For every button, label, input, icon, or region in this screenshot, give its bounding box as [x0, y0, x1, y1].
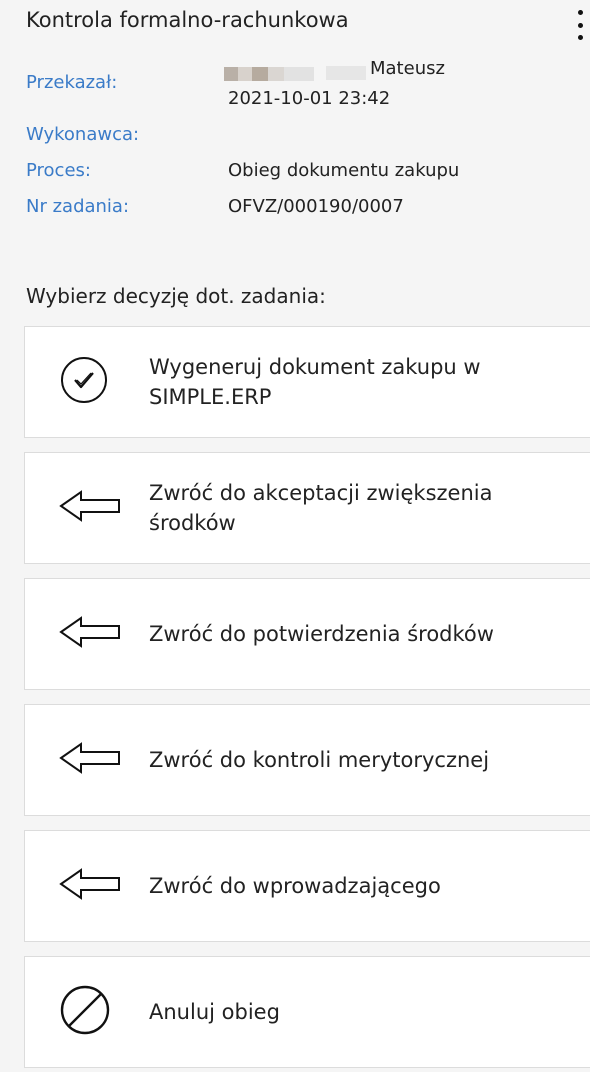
- decision-return-funds-confirmation[interactable]: Zwróć do potwierdzenia środków: [24, 578, 590, 690]
- arrow-left-icon: [59, 867, 121, 905]
- przekazal-label: Przekazał:: [26, 72, 118, 93]
- decision-label: Zwróć do wprowadzającego: [149, 874, 441, 898]
- redacted-surname: [326, 66, 366, 80]
- decision-label: Zwróć do kontroli merytorycznej: [149, 748, 490, 772]
- decision-return-increase-acceptance[interactable]: Zwróć do akceptacji zwiększenia środków: [24, 452, 590, 564]
- decision-label: Wygeneruj dokument zakupu w SIMPLE.ERP: [149, 355, 481, 409]
- arrow-left-icon: [59, 489, 121, 527]
- nr-zadania-value: OFVZ/000190/0007: [228, 196, 404, 217]
- wykonawca-label: Wykonawca:: [26, 124, 140, 145]
- arrow-left-icon: [59, 741, 121, 779]
- decision-label: Zwróć do akceptacji zwiększenia środków: [149, 481, 493, 535]
- decision-generate-purchase-doc[interactable]: Wygeneruj dokument zakupu w SIMPLE.ERP: [24, 326, 590, 438]
- decision-return-substantive-control[interactable]: Zwróć do kontroli merytorycznej: [24, 704, 590, 816]
- decision-prompt: Wybierz decyzję dot. zadania:: [26, 284, 326, 308]
- task-title: Kontrola formalno-rachunkowa: [26, 8, 349, 32]
- decision-label: Zwróć do potwierdzenia środków: [149, 622, 494, 646]
- arrow-left-icon: [59, 615, 121, 653]
- decision-return-to-submitter[interactable]: Zwróć do wprowadzającego: [24, 830, 590, 942]
- przekazal-name: Mateusz: [370, 58, 445, 79]
- nr-zadania-label: Nr zadania:: [26, 196, 130, 217]
- task-panel: Kontrola formalno-rachunkowa Przekazał: …: [10, 0, 590, 1072]
- more-vertical-icon[interactable]: [576, 10, 584, 40]
- proces-value: Obieg dokumentu zakupu: [228, 160, 460, 181]
- decision-label: Anuluj obieg: [149, 1000, 280, 1024]
- proces-label: Proces:: [26, 160, 91, 181]
- cancel-icon: [59, 984, 111, 1040]
- redacted-name: [224, 66, 314, 81]
- check-circle-icon: [59, 355, 109, 409]
- decision-cancel-workflow[interactable]: Anuluj obieg: [24, 956, 590, 1068]
- przekazal-date: 2021-10-01 23:42: [228, 88, 391, 109]
